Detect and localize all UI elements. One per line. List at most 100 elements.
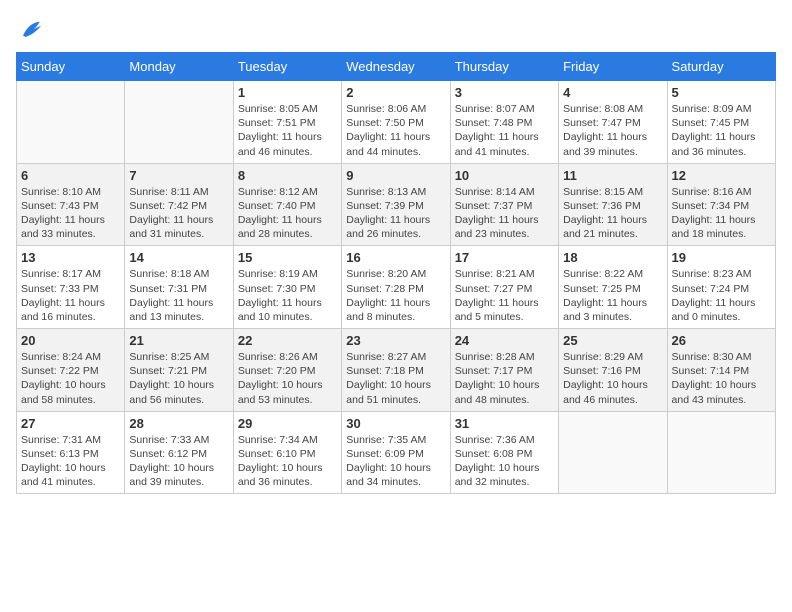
day-info: Sunrise: 8:29 AM Sunset: 7:16 PM Dayligh… [563, 350, 662, 407]
day-info: Sunrise: 8:07 AM Sunset: 7:48 PM Dayligh… [455, 102, 554, 159]
day-number: 24 [455, 333, 554, 348]
day-number: 7 [129, 168, 228, 183]
day-cell: 7 Sunrise: 8:11 AM Sunset: 7:42 PM Daylig… [125, 163, 233, 246]
day-cell: 3 Sunrise: 8:07 AM Sunset: 7:48 PM Daylig… [450, 81, 558, 164]
day-info: Sunrise: 8:14 AM Sunset: 7:37 PM Dayligh… [455, 185, 554, 242]
day-number: 12 [672, 168, 771, 183]
day-number: 26 [672, 333, 771, 348]
day-info: Sunrise: 8:23 AM Sunset: 7:24 PM Dayligh… [672, 267, 771, 324]
day-number: 18 [563, 250, 662, 265]
day-cell: 30Sunrise: 7:35 AM Sunset: 6:09 PM Dayli… [342, 411, 450, 494]
page-header [16, 16, 776, 44]
day-cell: 21 Sunrise: 8:25 AM Sunset: 7:21 PM Dayli… [125, 329, 233, 412]
day-number: 19 [672, 250, 771, 265]
day-info: Sunrise: 8:08 AM Sunset: 7:47 PM Dayligh… [563, 102, 662, 159]
day-number: 3 [455, 85, 554, 100]
day-cell: 17Sunrise: 8:21 AM Sunset: 7:27 PM Dayli… [450, 246, 558, 329]
dow-wednesday: Wednesday [342, 53, 450, 81]
dow-monday: Monday [125, 53, 233, 81]
day-cell: 15 Sunrise: 8:19 AM Sunset: 7:30 PM Dayli… [233, 246, 341, 329]
day-info: Sunrise: 8:09 AM Sunset: 7:45 PM Dayligh… [672, 102, 771, 159]
day-cell: 4 Sunrise: 8:08 AM Sunset: 7:47 PM Daylig… [559, 81, 667, 164]
day-number: 5 [672, 85, 771, 100]
day-info: Sunrise: 8:26 AM Sunset: 7:20 PM Dayligh… [238, 350, 337, 407]
day-number: 2 [346, 85, 445, 100]
day-info: Sunrise: 8:27 AM Sunset: 7:18 PM Dayligh… [346, 350, 445, 407]
day-cell: 28 Sunrise: 7:33 AM Sunset: 6:12 PM Dayli… [125, 411, 233, 494]
day-info: Sunrise: 8:17 AM Sunset: 7:33 PM Dayligh… [21, 267, 120, 324]
day-number: 4 [563, 85, 662, 100]
day-cell: 23 Sunrise: 8:27 AM Sunset: 7:18 PM Dayli… [342, 329, 450, 412]
day-number: 9 [346, 168, 445, 183]
week-row-4: 20 Sunrise: 8:24 AM Sunset: 7:22 PM Dayli… [17, 329, 776, 412]
day-cell: 2Sunrise: 8:06 AM Sunset: 7:50 PM Daylig… [342, 81, 450, 164]
logo [16, 16, 48, 44]
day-cell [559, 411, 667, 494]
day-info: Sunrise: 8:25 AM Sunset: 7:21 PM Dayligh… [129, 350, 228, 407]
logo-icon [16, 16, 44, 44]
day-number: 8 [238, 168, 337, 183]
day-info: Sunrise: 7:33 AM Sunset: 6:12 PM Dayligh… [129, 433, 228, 490]
day-info: Sunrise: 8:19 AM Sunset: 7:30 PM Dayligh… [238, 267, 337, 324]
day-number: 23 [346, 333, 445, 348]
day-cell [125, 81, 233, 164]
day-number: 1 [238, 85, 337, 100]
week-row-5: 27 Sunrise: 7:31 AM Sunset: 6:13 PM Dayli… [17, 411, 776, 494]
day-number: 13 [21, 250, 120, 265]
calendar-table: SundayMondayTuesdayWednesdayThursdayFrid… [16, 52, 776, 494]
day-cell: 27 Sunrise: 7:31 AM Sunset: 6:13 PM Dayli… [17, 411, 125, 494]
dow-tuesday: Tuesday [233, 53, 341, 81]
day-cell [17, 81, 125, 164]
day-number: 6 [21, 168, 120, 183]
day-cell: 25 Sunrise: 8:29 AM Sunset: 7:16 PM Dayli… [559, 329, 667, 412]
day-cell: 24 Sunrise: 8:28 AM Sunset: 7:17 PM Dayli… [450, 329, 558, 412]
day-info: Sunrise: 8:16 AM Sunset: 7:34 PM Dayligh… [672, 185, 771, 242]
day-number: 28 [129, 416, 228, 431]
day-info: Sunrise: 8:20 AM Sunset: 7:28 PM Dayligh… [346, 267, 445, 324]
day-number: 25 [563, 333, 662, 348]
dow-friday: Friday [559, 53, 667, 81]
day-cell: 14Sunrise: 8:18 AM Sunset: 7:31 PM Dayli… [125, 246, 233, 329]
week-row-2: 6 Sunrise: 8:10 AM Sunset: 7:43 PM Daylig… [17, 163, 776, 246]
day-info: Sunrise: 8:22 AM Sunset: 7:25 PM Dayligh… [563, 267, 662, 324]
day-cell: 8 Sunrise: 8:12 AM Sunset: 7:40 PM Daylig… [233, 163, 341, 246]
day-cell: 31Sunrise: 7:36 AM Sunset: 6:08 PM Dayli… [450, 411, 558, 494]
dow-thursday: Thursday [450, 53, 558, 81]
day-cell: 5 Sunrise: 8:09 AM Sunset: 7:45 PM Daylig… [667, 81, 775, 164]
day-number: 10 [455, 168, 554, 183]
day-info: Sunrise: 8:11 AM Sunset: 7:42 PM Dayligh… [129, 185, 228, 242]
day-cell: 19 Sunrise: 8:23 AM Sunset: 7:24 PM Dayli… [667, 246, 775, 329]
day-cell: 18 Sunrise: 8:22 AM Sunset: 7:25 PM Dayli… [559, 246, 667, 329]
day-info: Sunrise: 7:31 AM Sunset: 6:13 PM Dayligh… [21, 433, 120, 490]
day-number: 20 [21, 333, 120, 348]
dow-saturday: Saturday [667, 53, 775, 81]
dow-sunday: Sunday [17, 53, 125, 81]
day-cell: 16 Sunrise: 8:20 AM Sunset: 7:28 PM Dayli… [342, 246, 450, 329]
day-info: Sunrise: 8:10 AM Sunset: 7:43 PM Dayligh… [21, 185, 120, 242]
day-number: 27 [21, 416, 120, 431]
day-info: Sunrise: 8:28 AM Sunset: 7:17 PM Dayligh… [455, 350, 554, 407]
day-number: 11 [563, 168, 662, 183]
day-number: 15 [238, 250, 337, 265]
day-number: 16 [346, 250, 445, 265]
day-info: Sunrise: 8:24 AM Sunset: 7:22 PM Dayligh… [21, 350, 120, 407]
day-cell: 12 Sunrise: 8:16 AM Sunset: 7:34 PM Dayli… [667, 163, 775, 246]
day-info: Sunrise: 8:15 AM Sunset: 7:36 PM Dayligh… [563, 185, 662, 242]
day-info: Sunrise: 7:34 AM Sunset: 6:10 PM Dayligh… [238, 433, 337, 490]
day-info: Sunrise: 8:21 AM Sunset: 7:27 PM Dayligh… [455, 267, 554, 324]
day-cell: 1Sunrise: 8:05 AM Sunset: 7:51 PM Daylig… [233, 81, 341, 164]
day-cell: 29 Sunrise: 7:34 AM Sunset: 6:10 PM Dayli… [233, 411, 341, 494]
day-number: 30 [346, 416, 445, 431]
day-info: Sunrise: 8:18 AM Sunset: 7:31 PM Dayligh… [129, 267, 228, 324]
day-cell: 11 Sunrise: 8:15 AM Sunset: 7:36 PM Dayli… [559, 163, 667, 246]
day-cell: 20 Sunrise: 8:24 AM Sunset: 7:22 PM Dayli… [17, 329, 125, 412]
day-info: Sunrise: 8:30 AM Sunset: 7:14 PM Dayligh… [672, 350, 771, 407]
day-cell: 10 Sunrise: 8:14 AM Sunset: 7:37 PM Dayli… [450, 163, 558, 246]
week-row-1: 1Sunrise: 8:05 AM Sunset: 7:51 PM Daylig… [17, 81, 776, 164]
day-of-week-header: SundayMondayTuesdayWednesdayThursdayFrid… [17, 53, 776, 81]
day-info: Sunrise: 8:12 AM Sunset: 7:40 PM Dayligh… [238, 185, 337, 242]
day-cell: 9Sunrise: 8:13 AM Sunset: 7:39 PM Daylig… [342, 163, 450, 246]
day-cell: 26 Sunrise: 8:30 AM Sunset: 7:14 PM Dayli… [667, 329, 775, 412]
day-number: 29 [238, 416, 337, 431]
day-number: 21 [129, 333, 228, 348]
